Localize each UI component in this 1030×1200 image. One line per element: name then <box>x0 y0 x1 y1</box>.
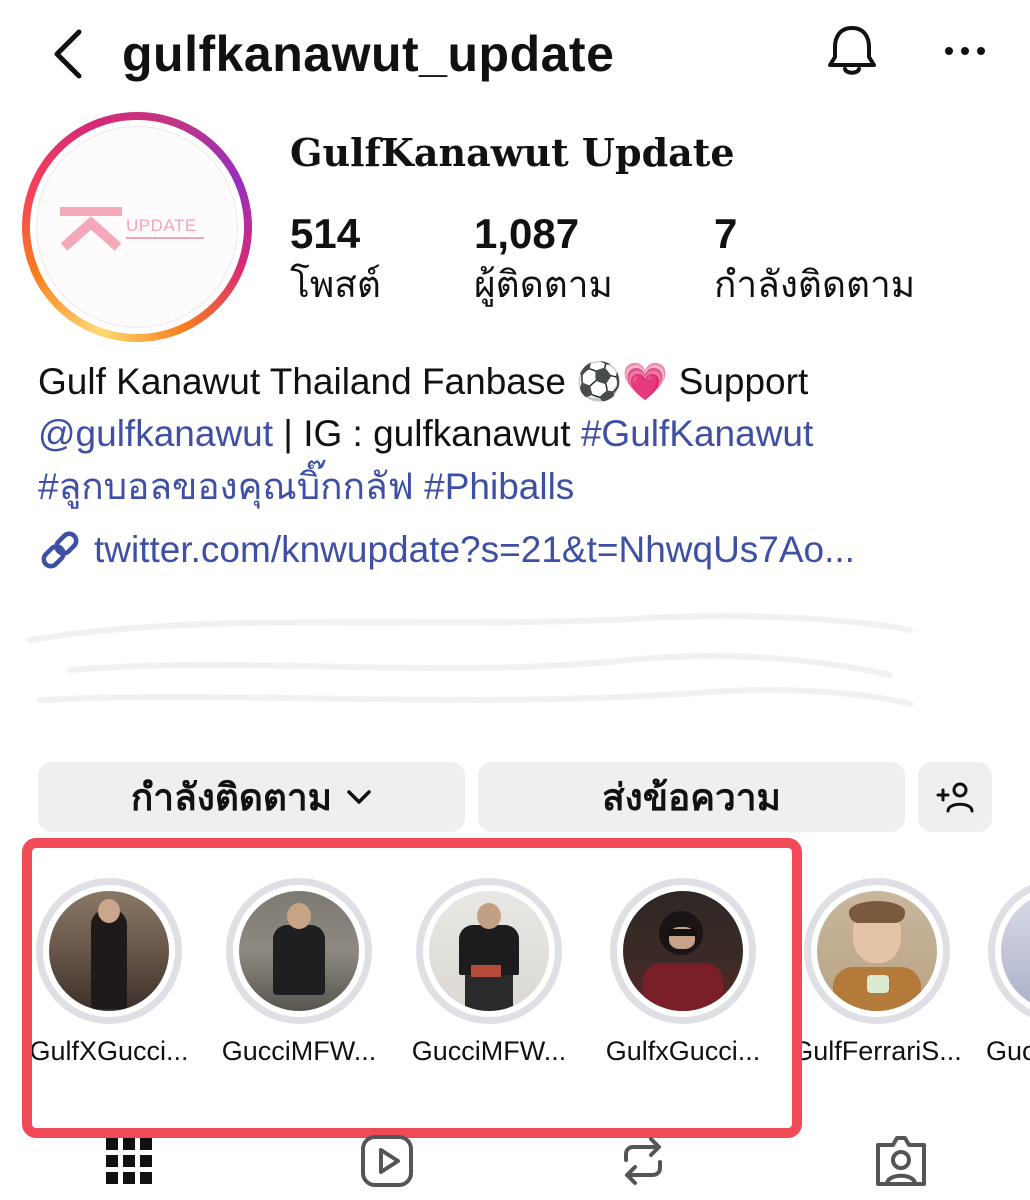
redacted-scribble <box>27 613 913 707</box>
highlight-item[interactable]: GucciMFW... <box>400 878 578 1067</box>
following-button-label: กำลังติดตาม <box>130 776 333 818</box>
tab-tagged[interactable] <box>866 1128 936 1194</box>
highlight-label: Guc <box>986 1036 1030 1066</box>
highlight-thumbnail <box>239 891 359 1011</box>
avatar-logo-underline <box>126 237 204 239</box>
grid-icon <box>106 1138 152 1184</box>
highlight-label: GulfFerrariS... <box>792 1036 962 1066</box>
bell-icon <box>828 26 876 75</box>
highlight-thumbnail <box>49 891 169 1011</box>
highlight-item[interactable]: GulfXGucci... <box>20 878 198 1067</box>
tagged-icon <box>876 1136 926 1186</box>
bio-line-2: @gulfkanawut | IG : gulfkanawut #GulfKan… <box>38 408 813 460</box>
more-options-button[interactable] <box>930 26 1000 76</box>
highlight-thumbnail <box>429 891 549 1011</box>
reels-icon <box>361 1135 413 1187</box>
message-button[interactable]: ส่งข้อความ <box>478 762 905 832</box>
following-count: 7 <box>714 210 738 257</box>
posts-stat[interactable]: 514 โพสต์ <box>290 208 381 310</box>
back-button[interactable] <box>40 22 96 86</box>
bio-hashtag-phiballs[interactable]: #Phiballs <box>424 466 574 507</box>
reposts-icon <box>624 1137 662 1185</box>
following-stat[interactable]: 7 กำลังติดตาม <box>714 208 915 310</box>
profile-username: gulfkanawut_update <box>122 26 615 82</box>
followers-count: 1,087 <box>474 210 580 257</box>
highlight-label: GucciMFW... <box>221 1036 377 1066</box>
posts-count: 514 <box>290 210 361 257</box>
following-label: กำลังติดตาม <box>714 264 916 305</box>
bio-hashtag-thai[interactable]: #ลูกบอลของคุณบิ๊กกลัฟ <box>38 466 414 507</box>
highlight-label: GulfxGucci... <box>605 1036 761 1066</box>
bio-mention-link[interactable]: @gulfkanawut <box>38 413 273 454</box>
notifications-button[interactable] <box>820 18 884 84</box>
highlight-item[interactable]: Guc <box>978 878 1030 1067</box>
highlight-label: GucciMFW... <box>411 1036 567 1066</box>
posts-label: โพสต์ <box>290 264 381 305</box>
suggest-people-button[interactable] <box>918 762 992 832</box>
chevron-left-icon <box>54 29 82 79</box>
avatar-logo-text: UPDATE <box>126 216 197 235</box>
bio-text: | IG : gulfkanawut <box>273 413 581 454</box>
message-button-label: ส่งข้อความ <box>602 776 781 818</box>
highlight-item[interactable]: GulfFerrariS... <box>788 878 966 1067</box>
followers-label: ผู้ติดตาม <box>474 264 613 305</box>
bio-link-text: twitter.com/knwupdate?s=21&t=NhwqUs7Ao..… <box>94 529 855 570</box>
tab-reposts[interactable] <box>608 1128 678 1194</box>
tab-reels[interactable] <box>352 1128 422 1194</box>
bio-hashtag-gulfkanawut[interactable]: #GulfKanawut <box>581 413 813 454</box>
chevron-down-icon <box>347 790 371 804</box>
add-person-icon <box>936 782 974 813</box>
profile-display-name: GulfKanawut Update <box>290 130 735 175</box>
highlight-item[interactable]: GulfxGucci... <box>594 878 772 1067</box>
more-horizontal-icon <box>945 47 985 55</box>
bio-line-3: #ลูกบอลของคุณบิ๊กกลัฟ #Phiballs <box>38 461 574 513</box>
highlight-item[interactable]: GucciMFW... <box>210 878 388 1067</box>
highlight-thumbnail <box>817 891 937 1011</box>
link-icon <box>41 531 79 569</box>
followers-stat[interactable]: 1,087 ผู้ติดตาม <box>474 208 613 310</box>
bio-line-1: Gulf Kanawut Thailand Fanbase ⚽️💗 Suppor… <box>38 361 809 402</box>
following-button[interactable]: กำลังติดตาม <box>38 762 465 832</box>
highlight-label: GulfXGucci... <box>29 1036 189 1066</box>
bio-external-link[interactable]: twitter.com/knwupdate?s=21&t=NhwqUs7Ao..… <box>38 524 855 576</box>
highlight-thumbnail <box>623 891 743 1011</box>
tab-posts-grid[interactable] <box>94 1128 164 1194</box>
k-logo-icon <box>60 207 122 251</box>
